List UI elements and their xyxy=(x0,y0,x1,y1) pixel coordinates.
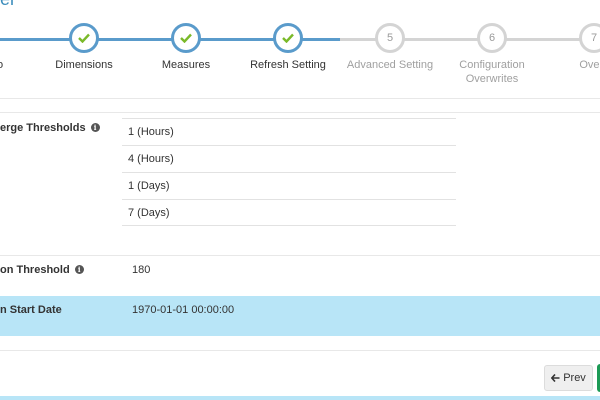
retention-threshold-label-text: on Threshold xyxy=(0,264,70,276)
check-icon xyxy=(282,33,294,43)
check-icon xyxy=(180,33,192,43)
step-complete-circle xyxy=(69,23,99,53)
threshold-item: 1 (Days) xyxy=(122,172,456,199)
retention-threshold-label: on Threshold i xyxy=(0,264,84,276)
check-icon xyxy=(78,33,90,43)
step-label: Advanced Setting xyxy=(346,59,434,71)
step-number-circle: 6 xyxy=(477,23,507,53)
step-number-circle: 7 xyxy=(579,23,600,53)
arrow-left-icon xyxy=(551,374,560,382)
divider xyxy=(0,255,600,256)
retention-threshold-value: 180 xyxy=(132,264,151,276)
step-complete-circle xyxy=(273,23,303,53)
wizard-steps: o Dimensions Measures Refresh Setting 5 … xyxy=(0,0,600,100)
threshold-item: 1 (Hours) xyxy=(122,118,456,145)
step-complete-circle xyxy=(171,23,201,53)
step-number-circle: 5 xyxy=(375,23,405,53)
threshold-item: 7 (Days) xyxy=(122,199,456,226)
partition-start-date-value: 1970-01-01 00:00:00 xyxy=(132,304,235,316)
merge-thresholds-label: erge Thresholds i xyxy=(0,122,100,134)
partition-start-date-row xyxy=(0,296,600,336)
step-label: Measures xyxy=(161,59,211,71)
partition-start-date-label: n Start Date xyxy=(0,304,62,316)
divider xyxy=(0,98,600,99)
step-label: Refresh Setting xyxy=(250,59,326,71)
step-label: Dimensions xyxy=(55,59,113,71)
bottom-bar xyxy=(0,396,600,400)
merge-thresholds-label-text: erge Thresholds xyxy=(0,122,86,134)
step-label: Configuration Overwrites xyxy=(459,59,525,85)
divider xyxy=(0,112,600,113)
merge-thresholds-list: 1 (Hours) 4 (Hours) 1 (Days) 7 (Days) xyxy=(122,118,456,226)
divider xyxy=(0,350,600,351)
prev-button-label: Prev xyxy=(563,372,586,384)
step-label: Overv xyxy=(579,59,600,71)
prev-button[interactable]: Prev xyxy=(544,365,593,391)
info-icon[interactable]: i xyxy=(90,123,100,132)
info-icon[interactable]: i xyxy=(74,265,84,274)
threshold-item: 4 (Hours) xyxy=(122,145,456,172)
